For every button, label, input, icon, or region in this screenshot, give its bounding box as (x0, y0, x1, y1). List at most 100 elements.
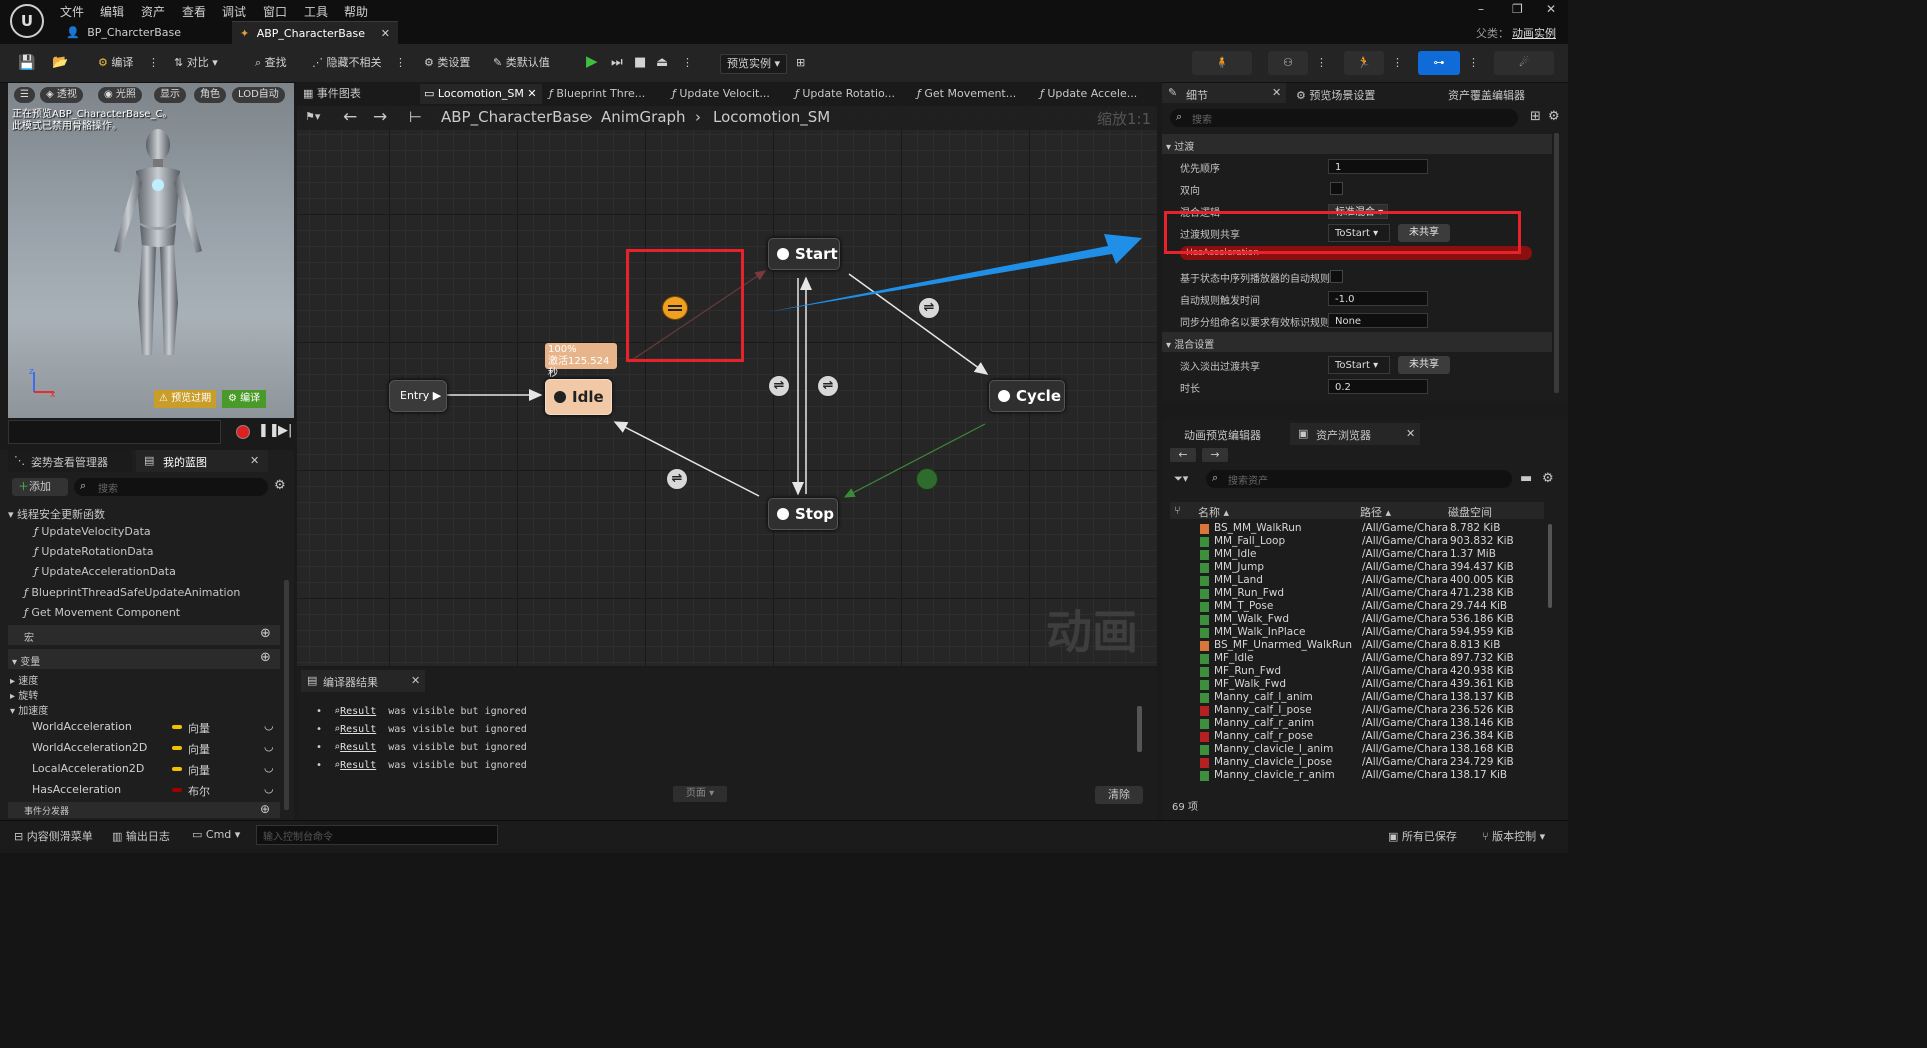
transition-rule-icon[interactable]: ⇌ (918, 297, 940, 319)
close-tab-icon[interactable]: ✕ (381, 22, 390, 45)
close-window-button[interactable]: ✕ (1546, 2, 1556, 16)
viewport-menu-button[interactable]: ☰ (14, 87, 35, 103)
add-button[interactable]: ＋添加 (12, 478, 68, 496)
transition-rule-icon[interactable]: ⇌ (817, 375, 839, 397)
section-variables[interactable]: ▾ 变量 ⊕ (8, 649, 280, 669)
asset-row[interactable]: MM_Run_Fwd/All/Game/Chara 471.238 KiB (1172, 587, 1544, 600)
cmd-dropdown[interactable]: ▭ Cmd ▾ (192, 828, 240, 841)
animation-mode-button[interactable]: 🏃 (1344, 51, 1384, 75)
menu-help[interactable]: 帮助 (344, 3, 368, 20)
bidirectional-checkbox[interactable] (1330, 182, 1343, 195)
add-variable-icon[interactable]: ⊕ (260, 650, 271, 665)
asset-row[interactable]: MM_Idle/All/Game/Chara 1.37 MiB (1172, 548, 1544, 561)
asset-search-input[interactable]: ⌕ 搜索资产 (1206, 470, 1512, 488)
state-node-cycle[interactable]: Cycle (989, 380, 1065, 412)
class-settings-button[interactable]: ⚙ 类设置 (424, 54, 470, 72)
asset-scrollbar[interactable] (1548, 524, 1552, 608)
restore-button[interactable]: ❐ (1512, 2, 1523, 16)
asset-row[interactable]: MM_Jump/All/Game/Chara 394.437 KiB (1172, 561, 1544, 574)
tab-event-graph[interactable]: ▦ 事件图表 (303, 84, 361, 104)
entry-node[interactable]: Entry ▶ (389, 380, 447, 412)
tab-update-rotation[interactable]: ƒ Update Rotatio... (795, 84, 895, 104)
auto-rule-time-input[interactable]: -1.0 (1328, 291, 1428, 306)
auto-rule-checkbox[interactable] (1330, 270, 1343, 283)
blueprint-search-input[interactable]: ⌕ 搜索 (74, 478, 268, 496)
inactive-transition-icon[interactable] (916, 468, 938, 490)
asset-row[interactable]: Manny_calf_l_pose/All/Game/Chara 236.526 … (1172, 704, 1544, 717)
close-tab-icon[interactable]: ✕ (411, 674, 420, 687)
tab-update-acceleration[interactable]: ƒ Update Accele... (1040, 84, 1137, 104)
function-item[interactable]: ƒ UpdateVelocityData (34, 525, 151, 538)
section-macros[interactable]: 宏 ⊕ (8, 625, 280, 645)
step-icon[interactable]: ⏭ (611, 54, 623, 72)
tab-blueprint-thread[interactable]: ƒ Blueprint Thre... (549, 84, 645, 104)
variable-row[interactable]: WorldAcceleration 向量 ◡ (8, 717, 280, 738)
var-group-velocity[interactable]: ▸ 速度 (10, 672, 38, 687)
columns-icon[interactable]: ⑂ (1174, 504, 1181, 517)
class-defaults-button[interactable]: ✎ 类默认值 (493, 54, 550, 72)
state-node-start[interactable]: Start (768, 238, 840, 270)
tab-update-velocity[interactable]: ƒ Update Velocit... (672, 84, 770, 104)
step-forward-icon[interactable]: ▶| (278, 423, 292, 438)
tab-locomotion-sm[interactable]: ▭ Locomotion_SM ✕ (420, 84, 542, 104)
preview-instance-dropdown[interactable]: 预览实例 ▾ (720, 54, 788, 74)
asset-row[interactable]: MF_Walk_Fwd/All/Game/Chara 439.361 KiB (1172, 678, 1544, 691)
column-path[interactable]: 路径 ▴ (1360, 504, 1391, 520)
eye-icon[interactable]: ◡ (264, 782, 274, 795)
compiler-scrollbar[interactable] (1137, 706, 1142, 752)
transition-rule-icon[interactable]: ⇌ (768, 375, 790, 397)
save-icon[interactable]: 💾 (18, 54, 35, 72)
menu-edit[interactable]: 编辑 (100, 3, 124, 20)
result-link[interactable]: Result (340, 724, 376, 735)
diff-button[interactable]: ⇅ 对比 ▾ (174, 54, 218, 72)
settings-gear-icon[interactable]: ⚙ (1542, 471, 1554, 486)
asset-row[interactable]: MM_Land/All/Game/Chara 400.005 KiB (1172, 574, 1544, 587)
transition-rule-icon[interactable]: ⇌ (666, 468, 688, 490)
asset-row[interactable]: MF_Idle/All/Game/Chara 897.732 KiB (1172, 652, 1544, 665)
play-icon[interactable]: ▶ (586, 52, 598, 70)
var-group-rotation[interactable]: ▸ 旋转 (10, 687, 38, 702)
preview-outdated-badge[interactable]: ⚠ 预览过期 (154, 390, 217, 408)
preview-viewport[interactable]: ☰ ◈ 透视 ◉ 光照 显示 角色 LOD自动 正在预览ABP_Characte… (8, 83, 294, 418)
tab-asset-override-editor[interactable]: 资产覆盖编辑器 (1448, 87, 1525, 103)
asset-row[interactable]: MF_Run_Fwd/All/Game/Chara 420.938 KiB (1172, 665, 1544, 678)
tab-compiler-results[interactable]: ▤ 编译器结果 ✕ (301, 670, 425, 692)
pause-icon[interactable]: ❚❚ (258, 423, 280, 438)
viewport-perspective-button[interactable]: ◈ 透视 (40, 87, 83, 103)
asset-row[interactable]: Manny_calf_r_pose/All/Game/Chara 236.384 … (1172, 730, 1544, 743)
debug-filter-icon[interactable]: ⊞ (796, 54, 805, 72)
details-search-input[interactable]: ⌕ 搜索 (1170, 109, 1518, 127)
eye-icon[interactable]: ◡ (264, 740, 274, 753)
timeline-scrubber[interactable] (8, 420, 221, 444)
add-dispatcher-icon[interactable]: ⊕ (260, 802, 270, 816)
add-macro-icon[interactable]: ⊕ (260, 626, 271, 641)
skeleton-mode-button[interactable]: 🧍 (1192, 51, 1252, 75)
column-name[interactable]: 名称 ▴ (1198, 504, 1229, 520)
clear-button[interactable]: 清除 (1095, 786, 1143, 804)
asset-forward-button[interactable]: → (1202, 448, 1228, 462)
viewport-compile-badge[interactable]: ⚙ 编译 (222, 390, 267, 408)
function-item[interactable]: ƒ UpdateRotationData (34, 545, 153, 558)
asset-row[interactable]: MM_Walk_Fwd/All/Game/Chara 536.186 KiB (1172, 613, 1544, 626)
menu-file[interactable]: 文件 (60, 3, 84, 20)
doc-tab-abp-characterbase[interactable]: ✦ ABP_CharacterBase ✕ (232, 21, 398, 45)
result-link[interactable]: Result (340, 760, 376, 771)
duration-input[interactable]: 0.2 (1328, 379, 1428, 394)
close-tab-icon[interactable]: ✕ (527, 87, 536, 100)
viewport-character-button[interactable]: 角色 (194, 87, 226, 103)
content-drawer-button[interactable]: ⊟ 内容侧滑菜单 (14, 828, 93, 844)
parent-class-link[interactable]: 动画实例 (1512, 25, 1556, 41)
unreal-logo-icon[interactable]: U (10, 4, 44, 38)
anim-more-icon[interactable]: ⋮ (1392, 54, 1403, 72)
state-node-idle[interactable]: Idle (545, 379, 612, 415)
output-log-button[interactable]: ▥ 输出日志 (112, 828, 170, 844)
eye-icon[interactable]: ◡ (264, 719, 274, 732)
asset-back-button[interactable]: ← (1170, 448, 1196, 462)
tab-pose-watch-manager[interactable]: ⋱ 姿势查看管理器 (8, 450, 132, 472)
blueprint-more-icon[interactable]: ⋮ (1468, 54, 1479, 72)
selected-transition-icon[interactable] (662, 296, 688, 320)
close-tab-icon[interactable]: ✕ (250, 454, 259, 467)
variable-row[interactable]: HasAcceleration 布尔 ◡ (8, 780, 280, 801)
var-group-acceleration[interactable]: ▾ 加速度 (10, 702, 48, 717)
asset-row[interactable]: MM_Walk_InPlace/All/Game/Chara 594.959 Ki… (1172, 626, 1544, 639)
